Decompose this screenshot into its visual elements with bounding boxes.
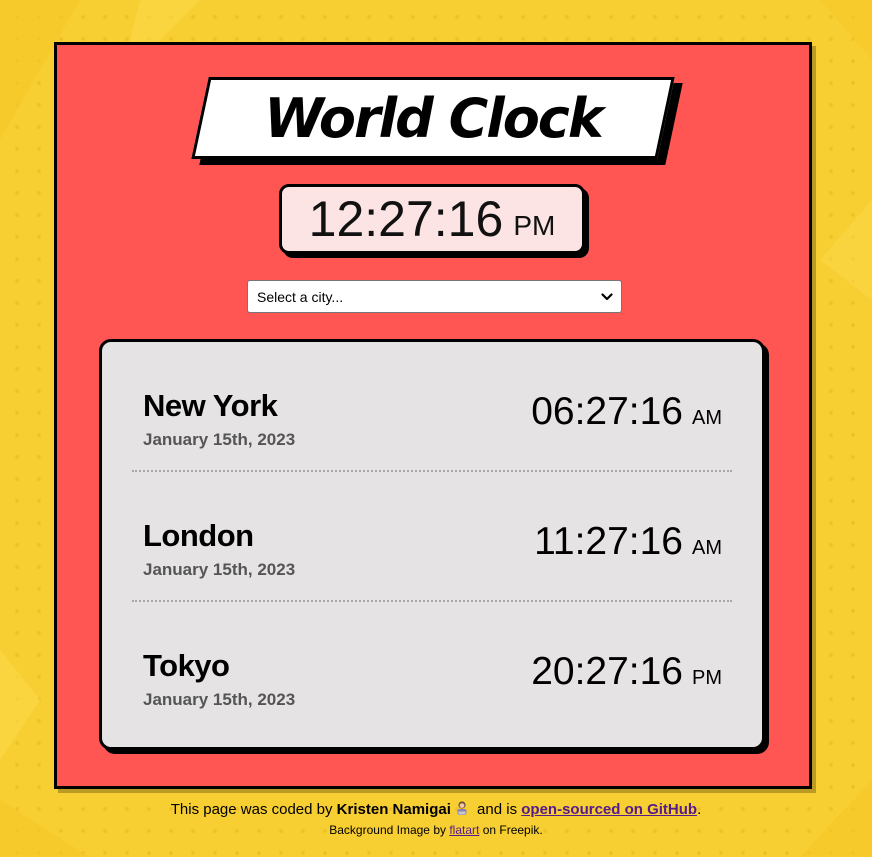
city-time-display: 20:27:16 PM bbox=[531, 650, 722, 694]
city-time: 11:27:16 bbox=[534, 520, 683, 563]
footer-middle: and is bbox=[477, 801, 518, 818]
footer-prefix: This page was coded by bbox=[170, 801, 333, 818]
footer-image-credit: Background Image by flatart on Freepik. bbox=[0, 823, 872, 837]
footer-suffix: . bbox=[697, 801, 702, 818]
main-clock-period: PM bbox=[513, 210, 556, 241]
city-name: New York bbox=[143, 388, 278, 423]
city-period: AM bbox=[692, 537, 722, 559]
city-date: January 15th, 2023 bbox=[143, 430, 296, 449]
credit-prefix: Background Image by bbox=[329, 823, 446, 837]
world-clock-card: World Clock 12:27:16 PM Select a city...… bbox=[54, 42, 812, 789]
city-date: January 15th, 2023 bbox=[143, 690, 296, 709]
flatart-link[interactable]: flatart bbox=[449, 823, 479, 837]
main-clock-time: 12:27:16 bbox=[308, 191, 504, 247]
city-time: 06:27:16 bbox=[531, 390, 683, 433]
main-clock: 12:27:16 PM bbox=[279, 184, 585, 254]
city-clock-list: New York January 15th, 2023 06:27:16 AM … bbox=[99, 339, 765, 750]
page-title: World Clock bbox=[264, 86, 603, 150]
chevron-down-icon bbox=[601, 291, 613, 303]
footer-credits: This page was coded by Kristen Namigai a… bbox=[0, 800, 872, 820]
city-date: January 15th, 2023 bbox=[143, 560, 296, 579]
github-link[interactable]: open-sourced on GitHub bbox=[521, 801, 697, 818]
city-name: London bbox=[143, 518, 254, 553]
city-row-new-york: New York January 15th, 2023 06:27:16 AM bbox=[132, 342, 732, 472]
city-row-london: London January 15th, 2023 11:27:16 AM bbox=[132, 472, 732, 602]
title-banner: World Clock bbox=[191, 77, 683, 165]
city-time-display: 11:27:16 AM bbox=[534, 520, 722, 564]
city-select-value: Select a city... bbox=[257, 288, 344, 305]
woman-technologist-icon bbox=[455, 800, 469, 820]
footer-author: Kristen Namigai bbox=[336, 801, 451, 818]
credit-suffix: on Freepik. bbox=[482, 823, 543, 837]
city-name: Tokyo bbox=[143, 648, 230, 683]
city-select[interactable]: Select a city... bbox=[247, 280, 622, 313]
city-row-tokyo: Tokyo January 15th, 2023 20:27:16 PM bbox=[132, 602, 732, 732]
city-period: AM bbox=[692, 407, 722, 429]
city-period: PM bbox=[692, 667, 722, 689]
city-time: 20:27:16 bbox=[531, 650, 683, 693]
city-time-display: 06:27:16 AM bbox=[531, 390, 722, 434]
